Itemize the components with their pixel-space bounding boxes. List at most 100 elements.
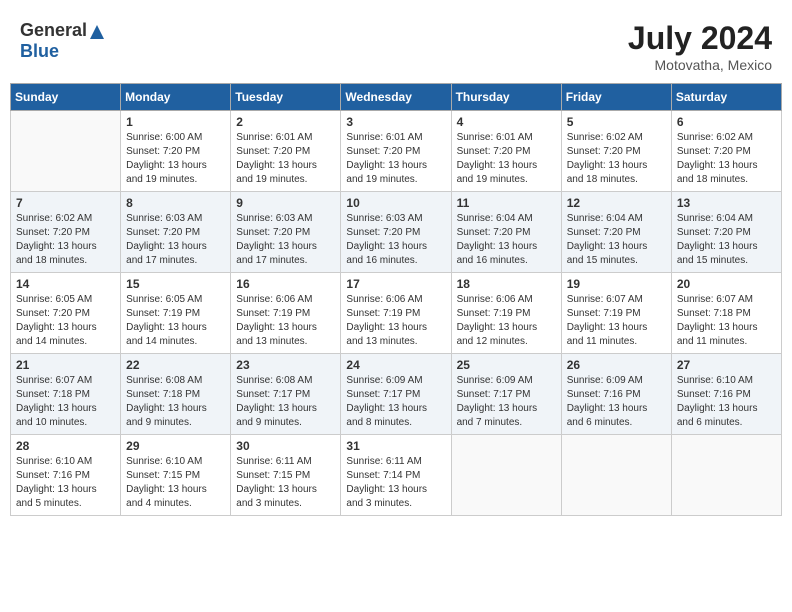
day-info: Sunrise: 6:10 AMSunset: 7:16 PMDaylight:… [16,455,115,511]
day-cell: 15 Sunrise: 6:05 AMSunset: 7:19 PMDayligh… [121,273,231,354]
logo-blue: Blue [20,41,59,61]
day-number: 13 [677,196,776,210]
day-cell: 5Sunrise: 6:02 AMSunset: 7:20 PMDaylight… [561,111,671,192]
day-cell: 30 Sunrise: 6:11 AMSunset: 7:15 PMDayligh… [231,435,341,516]
day-cell [11,111,121,192]
day-number: 3 [346,115,445,129]
day-cell: 23Sunrise: 6:08 AMSunset: 7:17 PMDayligh… [231,354,341,435]
day-info: Sunrise: 6:01 AMSunset: 7:20 PMDaylight:… [236,131,335,187]
day-cell: 12 Sunrise: 6:04 AMSunset: 7:20 PMDayligh… [561,192,671,273]
day-cell: 22 Sunrise: 6:08 AMSunset: 7:18 PMDayligh… [121,354,231,435]
logo-general: General [20,20,87,40]
day-number: 18 [457,277,556,291]
day-info: Sunrise: 6:06 AMSunset: 7:19 PMDaylight:… [346,293,445,349]
day-info: Sunrise: 6:02 AMSunset: 7:20 PMDaylight:… [677,131,776,187]
week-row-2: 7Sunrise: 6:02 AMSunset: 7:20 PMDaylight… [11,192,782,273]
day-cell: 27 Sunrise: 6:10 AMSunset: 7:16 PMDayligh… [671,354,781,435]
day-cell: 9Sunrise: 6:03 AMSunset: 7:20 PMDaylight… [231,192,341,273]
week-row-3: 14Sunrise: 6:05 AMSunset: 7:20 PMDayligh… [11,273,782,354]
week-row-5: 28 Sunrise: 6:10 AMSunset: 7:16 PMDayligh… [11,435,782,516]
day-number: 29 [126,439,225,453]
weekday-saturday: Saturday [671,84,781,111]
week-row-4: 21 Sunrise: 6:07 AMSunset: 7:18 PMDayligh… [11,354,782,435]
calendar-table: SundayMondayTuesdayWednesdayThursdayFrid… [10,83,782,516]
day-cell: 4 Sunrise: 6:01 AMSunset: 7:20 PMDaylight… [451,111,561,192]
day-number: 8 [126,196,225,210]
day-info: Sunrise: 6:08 AMSunset: 7:18 PMDaylight:… [126,374,225,430]
day-cell: 25 Sunrise: 6:09 AMSunset: 7:17 PMDayligh… [451,354,561,435]
weekday-friday: Friday [561,84,671,111]
day-number: 11 [457,196,556,210]
day-number: 20 [677,277,776,291]
day-cell: 24 Sunrise: 6:09 AMSunset: 7:17 PMDayligh… [341,354,451,435]
location: Motovatha, Mexico [628,57,772,73]
day-info: Sunrise: 6:01 AMSunset: 7:20 PMDaylight:… [457,131,556,187]
day-number: 28 [16,439,115,453]
day-info: Sunrise: 6:05 AMSunset: 7:19 PMDaylight:… [126,293,225,349]
day-info: Sunrise: 6:04 AMSunset: 7:20 PMDaylight:… [457,212,556,268]
day-info: Sunrise: 6:07 AMSunset: 7:18 PMDaylight:… [677,293,776,349]
day-cell: 31Sunrise: 6:11 AMSunset: 7:14 PMDayligh… [341,435,451,516]
logo-icon [88,23,106,41]
day-cell: 13 Sunrise: 6:04 AMSunset: 7:20 PMDayligh… [671,192,781,273]
weekday-tuesday: Tuesday [231,84,341,111]
day-info: Sunrise: 6:07 AMSunset: 7:18 PMDaylight:… [16,374,115,430]
day-cell: 21 Sunrise: 6:07 AMSunset: 7:18 PMDayligh… [11,354,121,435]
day-number: 25 [457,358,556,372]
day-info: Sunrise: 6:03 AMSunset: 7:20 PMDaylight:… [126,212,225,268]
day-cell: 16 Sunrise: 6:06 AMSunset: 7:19 PMDayligh… [231,273,341,354]
day-info: Sunrise: 6:06 AMSunset: 7:19 PMDaylight:… [236,293,335,349]
day-number: 16 [236,277,335,291]
day-info: Sunrise: 6:04 AMSunset: 7:20 PMDaylight:… [677,212,776,268]
day-number: 31 [346,439,445,453]
day-info: Sunrise: 6:07 AMSunset: 7:19 PMDaylight:… [567,293,666,349]
day-cell: 3 Sunrise: 6:01 AMSunset: 7:20 PMDaylight… [341,111,451,192]
week-row-1: 1Sunrise: 6:00 AMSunset: 7:20 PMDaylight… [11,111,782,192]
day-info: Sunrise: 6:01 AMSunset: 7:20 PMDaylight:… [346,131,445,187]
day-info: Sunrise: 6:11 AMSunset: 7:15 PMDaylight:… [236,455,335,511]
day-cell: 18Sunrise: 6:06 AMSunset: 7:19 PMDayligh… [451,273,561,354]
day-number: 6 [677,115,776,129]
day-number: 12 [567,196,666,210]
day-info: Sunrise: 6:04 AMSunset: 7:20 PMDaylight:… [567,212,666,268]
day-cell: 20 Sunrise: 6:07 AMSunset: 7:18 PMDayligh… [671,273,781,354]
day-cell: 26 Sunrise: 6:09 AMSunset: 7:16 PMDayligh… [561,354,671,435]
day-cell: 7Sunrise: 6:02 AMSunset: 7:20 PMDaylight… [11,192,121,273]
month-year: July 2024 [628,20,772,57]
day-number: 4 [457,115,556,129]
weekday-monday: Monday [121,84,231,111]
day-info: Sunrise: 6:09 AMSunset: 7:16 PMDaylight:… [567,374,666,430]
weekday-thursday: Thursday [451,84,561,111]
day-number: 10 [346,196,445,210]
day-number: 30 [236,439,335,453]
logo-text: General Blue [20,20,107,62]
day-info: Sunrise: 6:08 AMSunset: 7:17 PMDaylight:… [236,374,335,430]
day-info: Sunrise: 6:09 AMSunset: 7:17 PMDaylight:… [346,374,445,430]
day-cell: 11 Sunrise: 6:04 AMSunset: 7:20 PMDayligh… [451,192,561,273]
day-cell: 14Sunrise: 6:05 AMSunset: 7:20 PMDayligh… [11,273,121,354]
day-number: 26 [567,358,666,372]
day-number: 5 [567,115,666,129]
day-cell: 6 Sunrise: 6:02 AMSunset: 7:20 PMDaylight… [671,111,781,192]
day-info: Sunrise: 6:02 AMSunset: 7:20 PMDaylight:… [16,212,115,268]
weekday-sunday: Sunday [11,84,121,111]
day-info: Sunrise: 6:03 AMSunset: 7:20 PMDaylight:… [346,212,445,268]
day-info: Sunrise: 6:10 AMSunset: 7:15 PMDaylight:… [126,455,225,511]
day-number: 2 [236,115,335,129]
day-number: 15 [126,277,225,291]
day-info: Sunrise: 6:03 AMSunset: 7:20 PMDaylight:… [236,212,335,268]
day-cell [561,435,671,516]
day-number: 27 [677,358,776,372]
day-cell [671,435,781,516]
day-cell: 2 Sunrise: 6:01 AMSunset: 7:20 PMDaylight… [231,111,341,192]
logo: General Blue [20,20,107,62]
day-number: 21 [16,358,115,372]
page-header: General Blue July 2024 Motovatha, Mexico [10,10,782,78]
day-number: 17 [346,277,445,291]
day-info: Sunrise: 6:09 AMSunset: 7:17 PMDaylight:… [457,374,556,430]
day-number: 22 [126,358,225,372]
day-info: Sunrise: 6:10 AMSunset: 7:16 PMDaylight:… [677,374,776,430]
day-cell: 17 Sunrise: 6:06 AMSunset: 7:19 PMDayligh… [341,273,451,354]
day-info: Sunrise: 6:00 AMSunset: 7:20 PMDaylight:… [126,131,225,187]
day-number: 24 [346,358,445,372]
